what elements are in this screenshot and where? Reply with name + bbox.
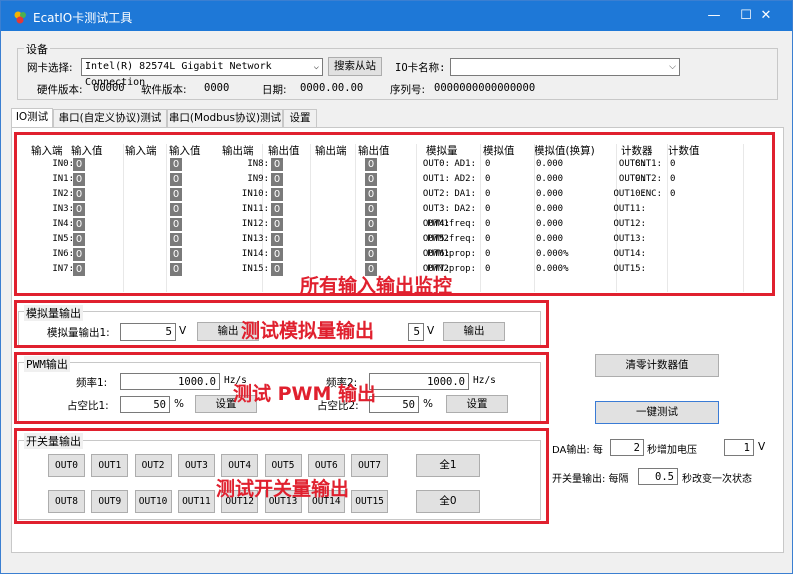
nic-label: 网卡选择: <box>27 62 73 74</box>
main-window: EcatIO卡测试工具 — ☐ ✕ 设备 网卡选择: Intel(R) 8257… <box>0 0 793 574</box>
device-group-title: 设备 <box>24 41 50 57</box>
switch-interval-input[interactable]: 0.5 <box>638 468 678 485</box>
app-icon <box>14 11 26 24</box>
hw-version-label: 硬件版本: <box>37 84 83 96</box>
da-output-label: DA输出: 每 <box>552 445 603 456</box>
io-name-select[interactable]: ⌵ <box>450 58 680 76</box>
clear-counter-button[interactable]: 清零计数器值 <box>595 354 719 377</box>
tab-io-test[interactable]: IO测试 <box>11 108 53 128</box>
pwm-annotation: 测试 PWM 输出 <box>233 383 377 405</box>
date-label: 日期: <box>262 84 287 96</box>
search-slave-button[interactable]: 搜索从站 <box>328 57 382 76</box>
switch-interval-label: 开关量输出: 每隔 <box>552 474 629 485</box>
tab-serial-custom[interactable]: 串口(自定义协议)测试 <box>53 109 167 127</box>
tab-settings[interactable]: 设置 <box>283 109 317 127</box>
monitor-annotation: 所有输入输出监控 <box>300 275 453 297</box>
one-key-test-button[interactable]: 一键测试 <box>595 401 719 424</box>
nic-select[interactable]: Intel(R) 82574L Gigabit Network Connecti… <box>81 58 323 88</box>
io-name-label: IO卡名称: <box>395 62 446 74</box>
analog-annotation: 测试模拟量输出 <box>241 320 375 342</box>
da-voltage-input[interactable]: 1 <box>724 439 754 456</box>
hw-version-value: 00000 <box>93 82 125 94</box>
window-title: EcatIO卡测试工具 <box>33 11 133 25</box>
da-interval-label: 秒增加电压 <box>647 445 697 456</box>
sw-version-value: 0000 <box>204 82 230 94</box>
serial-value: 0000000000000000 <box>434 82 536 94</box>
switch-interval-suffix: 秒改变一次状态 <box>682 474 752 485</box>
title-bar: EcatIO卡测试工具 — ☐ ✕ <box>1 1 792 31</box>
tab-serial-modbus[interactable]: 串口(Modbus协议)测试 <box>167 109 283 127</box>
switch-annotation: 测试开关量输出 <box>216 478 350 500</box>
sw-version-label: 软件版本: <box>141 84 187 96</box>
da-interval-input[interactable]: 2 <box>610 439 644 456</box>
chevron-down-icon: ⌵ <box>313 62 319 72</box>
close-button[interactable]: ✕ <box>743 1 789 31</box>
date-value: 0000.00.00 <box>300 82 364 94</box>
da-voltage-unit: V <box>758 441 766 453</box>
chevron-down-icon: ⌵ <box>669 62 676 72</box>
serial-label: 序列号: <box>390 84 426 96</box>
